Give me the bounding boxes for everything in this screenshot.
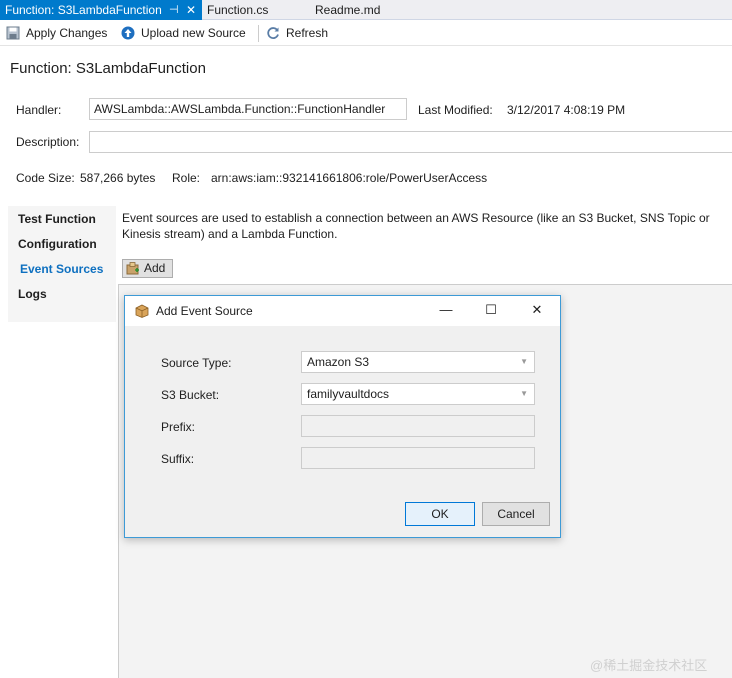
dialog-title-bar[interactable]: Add Event Source — ☐ ✕ [125,296,560,326]
add-event-source-dialog: Add Event Source — ☐ ✕ Source Type: Amaz… [124,295,561,538]
tab-label: Readme.md [315,3,381,17]
refresh-button[interactable]: Refresh [266,25,332,42]
role-value: arn:aws:iam::932141661806:role/PowerUser… [211,171,488,185]
apply-changes-button[interactable]: Apply Changes [6,25,112,42]
pin-icon[interactable]: ⊣ [169,0,179,20]
upload-icon [121,26,135,40]
description-field[interactable] [89,131,732,153]
maximize-icon[interactable]: ☐ [482,301,500,319]
prefix-label: Prefix: [161,420,196,434]
add-label: Add [144,261,166,275]
description-label: Description: [16,135,80,149]
event-sources-description: Event sources are used to establish a co… [122,211,710,241]
nav-item-event-sources[interactable]: Event Sources [20,262,103,276]
minimize-icon[interactable]: — [437,301,455,319]
code-size-value: 587,266 bytes [80,171,156,185]
function-nav: Test Function Configuration Event Source… [8,206,116,322]
source-type-label: Source Type: [161,356,232,370]
chevron-down-icon: ▼ [520,357,528,366]
tab-function-s3lambdafunction[interactable]: Function: S3LambdaFunction ⊣ ✕ [0,0,202,20]
suffix-label: Suffix: [161,452,195,466]
code-size-label: Code Size: [16,171,75,185]
source-type-select[interactable]: Amazon S3 ▼ [301,351,535,373]
last-modified-label: Last Modified: [418,103,493,117]
handler-label: Handler: [16,103,62,117]
s3-bucket-label: S3 Bucket: [161,388,220,402]
tab-label: Function.cs [207,3,269,17]
source-type-value: Amazon S3 [307,355,370,369]
toolbar: Apply Changes Upload new Source Refresh [0,21,732,46]
close-tab-icon[interactable]: ✕ [186,0,196,20]
document-tab-strip: Function: S3LambdaFunction ⊣ ✕ Function.… [0,0,732,20]
nav-item-configuration[interactable]: Configuration [18,237,97,251]
ok-button[interactable]: OK [405,502,475,526]
tab-function-cs[interactable]: Function.cs [202,0,302,20]
s3-bucket-select[interactable]: familyvaultdocs ▼ [301,383,535,405]
refresh-label: Refresh [286,26,329,40]
suffix-field[interactable] [301,447,535,469]
last-modified-value: 3/12/2017 4:08:19 PM [507,103,626,117]
page-title: Function: S3LambdaFunction [10,60,206,77]
upload-new-source-label: Upload new Source [141,26,246,40]
prefix-field[interactable] [301,415,535,437]
save-icon [6,26,20,40]
cancel-button[interactable]: Cancel [482,502,550,526]
close-icon[interactable]: ✕ [528,301,546,319]
chevron-down-icon: ▼ [520,389,528,398]
tab-readme-md[interactable]: Readme.md [310,0,410,20]
refresh-icon [267,27,279,39]
watermark: @稀土掘金技术社区 [590,658,708,673]
role-label: Role: [172,171,201,185]
apply-changes-label: Apply Changes [26,26,108,40]
tab-label: Function: S3LambdaFunction [5,3,162,17]
handler-field[interactable]: AWSLambda::AWSLambda.Function::FunctionH… [89,98,407,120]
nav-item-logs[interactable]: Logs [18,287,47,301]
s3-bucket-value: familyvaultdocs [307,387,390,401]
package-icon [135,304,149,318]
nav-item-test-function[interactable]: Test Function [18,212,96,226]
add-source-icon [126,262,139,275]
upload-new-source-button[interactable]: Upload new Source [121,25,249,42]
toolbar-separator [258,25,259,42]
dialog-title: Add Event Source [156,304,253,318]
add-event-source-button[interactable]: Add [122,259,173,278]
